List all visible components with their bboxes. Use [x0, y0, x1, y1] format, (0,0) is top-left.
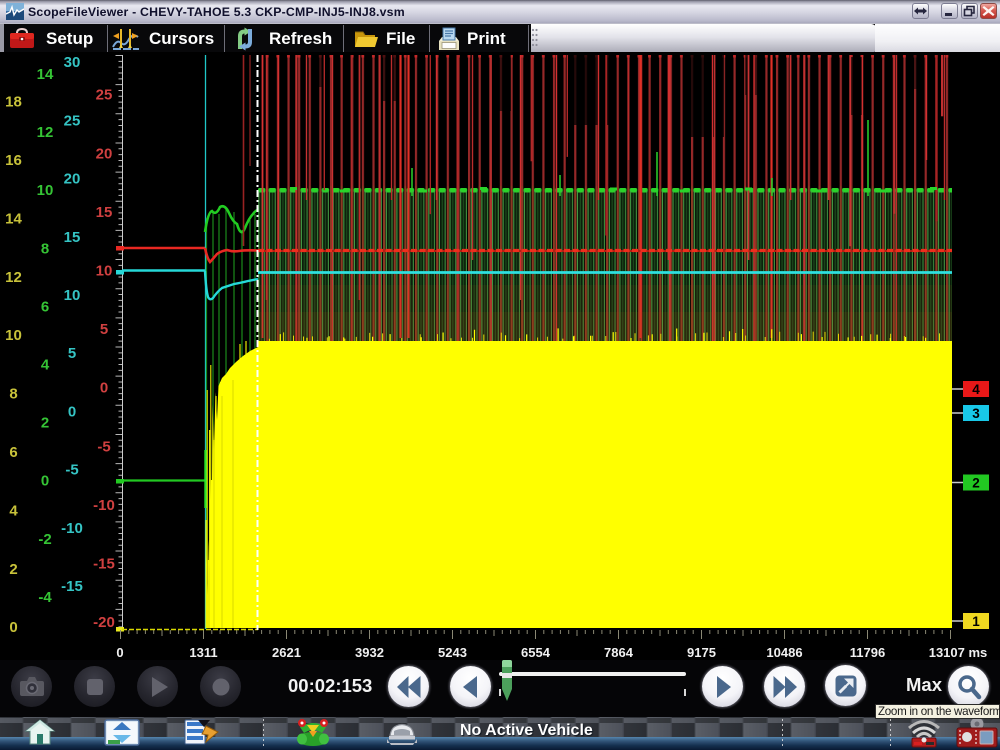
svg-text:0: 0: [116, 645, 123, 660]
svg-text:20: 20: [64, 171, 81, 188]
svg-text:11796: 11796: [850, 645, 885, 660]
svg-text:13107 ms: 13107 ms: [929, 645, 988, 660]
svg-text:2621: 2621: [272, 645, 301, 660]
svg-text:6554: 6554: [521, 645, 551, 660]
svg-text:18: 18: [5, 94, 22, 111]
svg-text:15: 15: [64, 229, 81, 246]
svg-text:0: 0: [9, 619, 17, 636]
svg-text:14: 14: [5, 210, 22, 227]
svg-text:10: 10: [37, 182, 54, 199]
svg-text:25: 25: [96, 87, 113, 104]
svg-text:-10: -10: [61, 520, 83, 537]
svg-text:6: 6: [9, 444, 17, 461]
svg-text:-5: -5: [65, 462, 78, 479]
svg-text:10: 10: [64, 287, 81, 304]
svg-text:3932: 3932: [355, 645, 384, 660]
svg-text:30: 30: [64, 54, 81, 71]
svg-text:10: 10: [96, 263, 113, 280]
svg-text:0: 0: [41, 473, 49, 490]
svg-text:-10: -10: [93, 497, 115, 514]
svg-text:4: 4: [41, 357, 50, 374]
svg-text:-2: -2: [38, 531, 51, 548]
svg-text:5243: 5243: [438, 645, 467, 660]
svg-text:7864: 7864: [604, 645, 634, 660]
svg-text:9175: 9175: [687, 645, 716, 660]
svg-text:5: 5: [68, 345, 76, 362]
svg-text:4: 4: [9, 502, 18, 519]
svg-text:15: 15: [96, 204, 113, 221]
svg-text:6: 6: [41, 298, 49, 315]
svg-text:8: 8: [9, 386, 17, 403]
svg-text:4: 4: [972, 382, 980, 397]
svg-text:-4: -4: [38, 589, 52, 606]
svg-text:8: 8: [41, 240, 49, 257]
svg-text:12: 12: [37, 124, 54, 141]
svg-text:20: 20: [96, 145, 113, 162]
svg-text:16: 16: [5, 152, 22, 169]
svg-text:-5: -5: [97, 438, 110, 455]
svg-text:-15: -15: [93, 556, 115, 573]
svg-text:14: 14: [37, 66, 54, 83]
svg-text:2: 2: [41, 415, 49, 432]
svg-text:12: 12: [5, 269, 22, 286]
svg-text:-15: -15: [61, 578, 83, 595]
svg-text:10: 10: [5, 327, 22, 344]
svg-text:2: 2: [9, 561, 17, 578]
svg-text:1: 1: [972, 614, 980, 629]
svg-text:2: 2: [972, 476, 980, 491]
svg-text:0: 0: [68, 403, 76, 420]
svg-text:0: 0: [100, 380, 108, 397]
svg-text:10486: 10486: [766, 645, 802, 660]
svg-text:3: 3: [972, 406, 980, 421]
svg-text:1311: 1311: [189, 645, 217, 660]
svg-text:-20: -20: [93, 614, 115, 631]
svg-text:5: 5: [100, 321, 108, 338]
svg-text:25: 25: [64, 112, 81, 129]
